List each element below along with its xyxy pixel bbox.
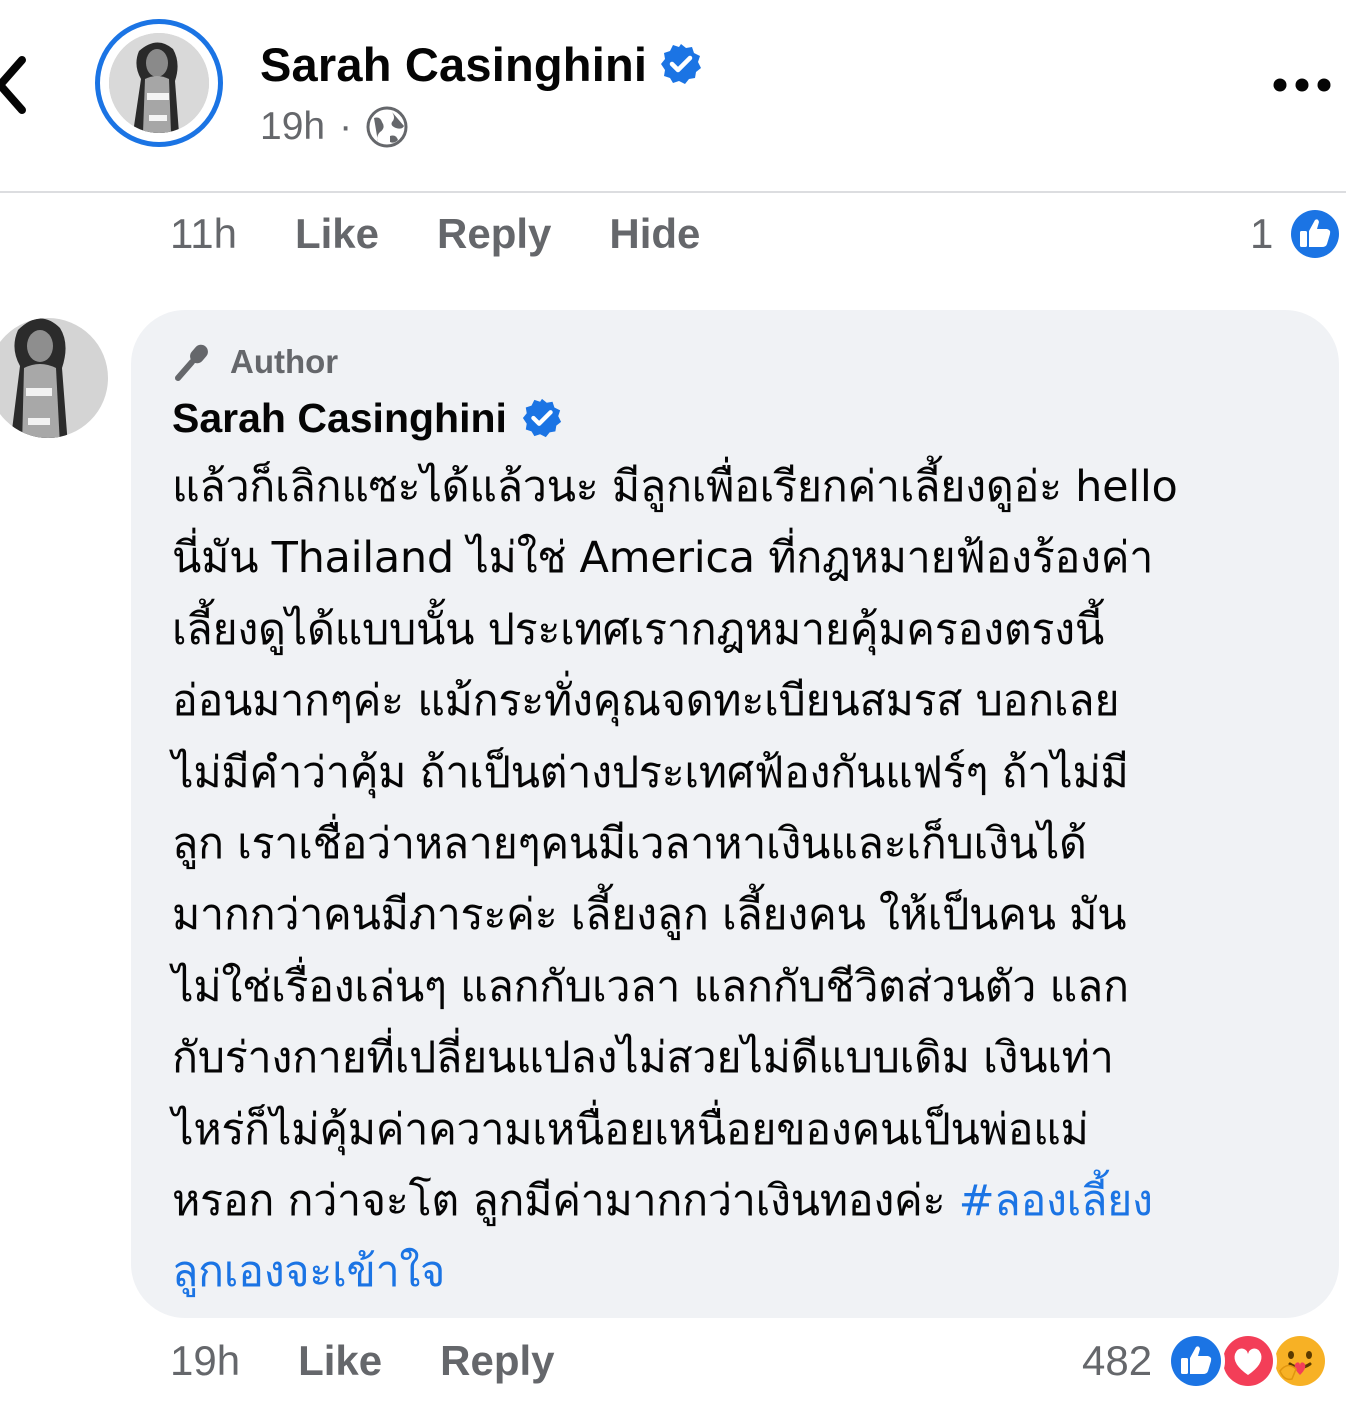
- author-badge-label: Author: [230, 343, 339, 380]
- comment-line-text: หรอก กว่าจะโต ลูกมีค่ามากกว่าเงินทองค่ะ: [172, 1175, 946, 1226]
- hashtag-link[interactable]: #ลองเลี้ยง: [959, 1176, 1153, 1226]
- comment-line: นี่มัน Thailand ไม่ใช่ America ที่กฎหมาย…: [172, 533, 1154, 584]
- back-arrow-icon[interactable]: [0, 50, 44, 120]
- like-reaction-icon: [1167, 1332, 1226, 1390]
- post-header: Sarah Casinghini 19h ·: [0, 0, 1346, 192]
- comment-line: ไม่มีคำว่าคุ้ม ถ้าเป็นต่างประเทศฟ้องกันแ…: [172, 747, 1129, 798]
- comment-reactions[interactable]: 482: [1082, 1328, 1330, 1394]
- previous-comment-actions: 11h Like Reply Hide: [170, 206, 700, 262]
- author-name[interactable]: Sarah Casinghini: [260, 37, 647, 92]
- previous-comment-reactions[interactable]: 1: [1250, 206, 1343, 262]
- post-time[interactable]: 19h: [260, 105, 325, 149]
- comment-line: กับร่างกายที่เปลี่ยนแปลงไม่สวยไม่ดีแบบเด…: [172, 1033, 1114, 1084]
- comment-text: แล้วก็เลิกแซะได้แล้วนะ มีลูกเพื่อเรียกค่…: [172, 452, 1322, 1309]
- reply-button[interactable]: Reply: [437, 210, 551, 258]
- hashtag-link-continued[interactable]: ลูกเองจะเข้าใจ: [172, 1247, 445, 1297]
- author-name-row[interactable]: Sarah Casinghini: [260, 34, 703, 94]
- meta-separator: ·: [339, 105, 353, 148]
- author-badge: Author: [172, 337, 338, 387]
- comment-author-name[interactable]: Sarah Casinghini: [172, 395, 507, 442]
- commenter-avatar[interactable]: [0, 310, 110, 446]
- comment-line: เลี้ยงดูได้แบบนั้น ประเทศเรากฎหมายคุ้มคร…: [172, 604, 1104, 655]
- reaction-count: 1: [1250, 210, 1274, 257]
- comment-line: หรอก กว่าจะโต ลูกมีค่ามากกว่าเงินทองค่ะ …: [172, 1166, 1322, 1237]
- profile-photo-icon: [109, 33, 209, 133]
- comment-line: ลูกเองจะเข้าใจ: [172, 1237, 1322, 1308]
- comment-line: ไม่ใช่เรื่องเล่นๆ แลกกับเวลา แลกกับชีวิต…: [172, 961, 1129, 1012]
- verified-badge-icon: [522, 398, 562, 438]
- comment-line: ไหร่ก็ไม่คุ้มค่าความเหนื่อยเหนื่อยของคนเ…: [172, 1104, 1089, 1155]
- globe-icon[interactable]: [366, 106, 408, 148]
- comment-line: ลูก เราเชื่อว่าหลายๆคนมีเวลาหาเงินและเก็…: [172, 818, 1087, 869]
- like-reaction-icon: [1288, 207, 1343, 261]
- post-meta: 19h ·: [260, 102, 408, 152]
- comment-line: มากกว่าคนมีภาระค่ะ เลี้ยงลูก เลี้ยงคน ให…: [172, 890, 1127, 941]
- comment-actions: 19h Like Reply: [170, 1333, 555, 1389]
- comment-time[interactable]: 19h: [170, 1337, 240, 1385]
- comment-author-row[interactable]: Sarah Casinghini: [172, 390, 563, 446]
- care-reaction-icon: [1271, 1332, 1330, 1390]
- microphone-icon: [175, 344, 208, 381]
- comment-line: อ่อนมากๆค่ะ แม้กระทั่งคุณจดทะเบียนสมรส บ…: [172, 676, 1120, 727]
- more-options-icon[interactable]: [1272, 70, 1332, 100]
- comment-line: แล้วก็เลิกแซะได้แล้วนะ มีลูกเพื่อเรียกค่…: [172, 462, 1178, 512]
- reply-button[interactable]: Reply: [440, 1337, 554, 1385]
- reaction-icons: [1166, 1329, 1330, 1393]
- header-divider: [0, 191, 1346, 193]
- hide-button[interactable]: Hide: [609, 210, 700, 258]
- like-button[interactable]: Like: [295, 210, 379, 258]
- like-button[interactable]: Like: [298, 1337, 382, 1385]
- verified-badge-icon: [661, 44, 702, 84]
- author-avatar[interactable]: [95, 19, 223, 147]
- comment-time[interactable]: 11h: [170, 210, 237, 258]
- reaction-count: 482: [1082, 1337, 1153, 1384]
- love-reaction-icon: [1219, 1332, 1278, 1390]
